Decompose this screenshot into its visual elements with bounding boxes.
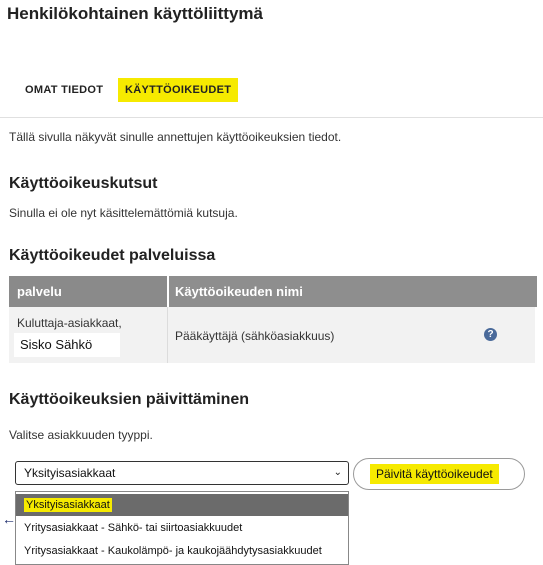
service-name: Kuluttaja-asiakkaat, <box>17 316 122 330</box>
tab-kayttooikeudet[interactable]: KÄYTTÖOIKEUDET <box>118 78 239 102</box>
services-table: palvelu Käyttöoikeuden nimi Kuluttaja-as… <box>9 276 537 363</box>
option-label: Yksityisasiakkaat <box>24 498 112 512</box>
role-name: Pääkäyttäjä (sähköasiakkuus) <box>175 329 335 343</box>
service-person: Sisko Sähkö <box>14 333 120 357</box>
customer-type-options: Yksityisasiakkaat Yritysasiakkaat - Sähk… <box>15 491 349 565</box>
table-row: Kuluttaja-asiakkaat, Sisko Sähkö Pääkäyt… <box>9 307 535 363</box>
option-yksityisasiakkaat[interactable]: Yksityisasiakkaat <box>16 494 348 516</box>
tabs-divider <box>0 117 543 118</box>
intro-text: Tällä sivulla näkyvät sinulle annettujen… <box>9 130 342 144</box>
chevron-down-icon: ⌄ <box>333 467 342 478</box>
customer-type-select[interactable]: Yksityisasiakkaat ⌄ <box>15 461 349 485</box>
update-rights-button-label: Päivitä käyttöoikeudet <box>370 464 499 484</box>
column-header-role: Käyttöoikeuden nimi <box>175 284 303 299</box>
back-arrow-icon[interactable]: ← <box>2 512 16 526</box>
option-yritys-kaukolampo[interactable]: Yritysasiakkaat - Kaukolämpö- ja kaukojä… <box>16 540 348 562</box>
customer-type-instruction: Valitse asiakkuuden tyyppi. <box>9 428 153 442</box>
invitations-heading: Käyttöoikeuskutsut <box>9 175 158 192</box>
column-header-service: palvelu <box>17 284 62 299</box>
option-yritys-sahko[interactable]: Yritysasiakkaat - Sähkö- tai siirtoasiak… <box>16 517 348 539</box>
invitations-text: Sinulla ei ole nyt käsittelemättömiä kut… <box>9 206 238 220</box>
update-heading: Käyttöoikeuksien päivittäminen <box>9 391 250 408</box>
page-title: Henkilökohtainen käyttöliittymä <box>7 4 263 23</box>
cell-divider <box>167 307 168 363</box>
customer-type-selected: Yksityisasiakkaat <box>24 466 116 480</box>
table-header: palvelu Käyttöoikeuden nimi <box>9 276 537 307</box>
help-icon[interactable]: ? <box>484 328 497 341</box>
update-rights-button[interactable]: Päivitä käyttöoikeudet <box>353 458 525 490</box>
tab-omat-tiedot[interactable]: OMAT TIEDOT <box>25 78 103 102</box>
tab-bar: OMAT TIEDOT KÄYTTÖOIKEUDET <box>0 78 543 104</box>
services-heading: Käyttöoikeudet palveluissa <box>9 247 216 264</box>
